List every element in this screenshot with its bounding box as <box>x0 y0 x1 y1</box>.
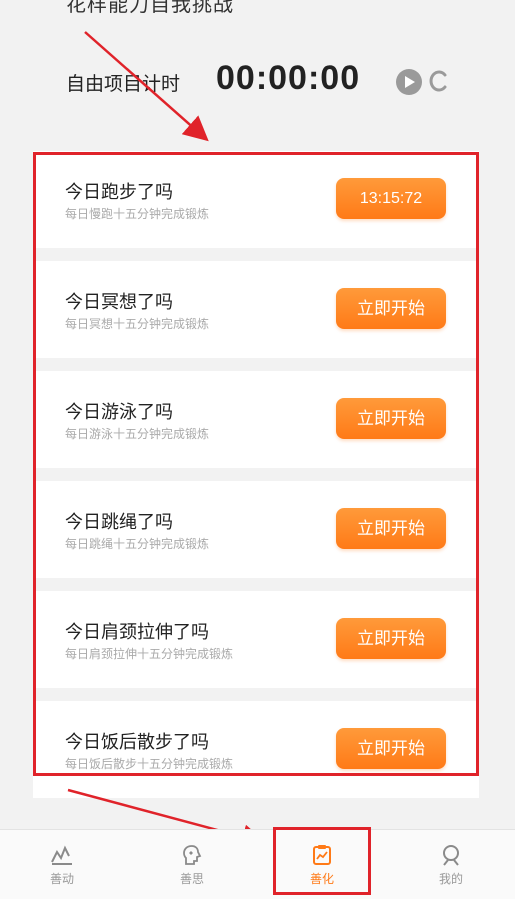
activity-subtitle: 每日肩颈拉伸十五分钟完成锻炼 <box>65 647 234 661</box>
activity-card-running: 今日跑步了吗 每日慢跑十五分钟完成锻炼 13:15:72 <box>33 151 479 248</box>
start-swimming-button[interactable]: 立即开始 <box>336 398 446 439</box>
activity-subtitle: 每日慢跑十五分钟完成锻炼 <box>65 207 210 221</box>
activity-title: 今日跑步了吗 <box>65 182 173 203</box>
start-walk-button[interactable]: 立即开始 <box>336 728 446 769</box>
activity-title: 今日游泳了吗 <box>65 402 173 423</box>
bottom-tab-bar: 善动 善思 善化 我的 <box>0 829 515 899</box>
clipboard-chart-icon <box>313 845 331 865</box>
activity-subtitle: 每日饭后散步十五分钟完成锻炼 <box>65 757 234 771</box>
user-icon <box>443 845 459 866</box>
tab-label: 善思 <box>179 872 204 886</box>
start-neck-stretch-button[interactable]: 立即开始 <box>336 618 446 659</box>
tab-label: 我的 <box>438 872 463 886</box>
activity-card-meditation: 今日冥想了吗 每日冥想十五分钟完成锻炼 立即开始 <box>33 261 479 358</box>
reset-icon[interactable] <box>428 68 450 94</box>
activity-subtitle: 每日游泳十五分钟完成锻炼 <box>65 427 210 441</box>
start-meditation-button[interactable]: 立即开始 <box>336 288 446 329</box>
tab-label: 善动 <box>49 872 74 886</box>
activity-title: 今日冥想了吗 <box>65 292 173 313</box>
brain-icon <box>183 845 202 865</box>
activity-title: 今日饭后散步了吗 <box>65 732 209 753</box>
activity-card-neck-stretch: 今日肩颈拉伸了吗 每日肩颈拉伸十五分钟完成锻炼 立即开始 <box>33 591 479 688</box>
start-jump-rope-button[interactable]: 立即开始 <box>336 508 446 549</box>
running-timer-button[interactable]: 13:15:72 <box>336 178 446 219</box>
activity-card-after-meal-walk: 今日饭后散步了吗 每日饭后散步十五分钟完成锻炼 立即开始 <box>33 701 479 798</box>
tab-activity[interactable]: 善动 <box>14 830 110 899</box>
activity-card-swimming: 今日游泳了吗 每日游泳十五分钟完成锻炼 立即开始 <box>33 371 479 468</box>
header-cut-off-text: 花样能力自我挑战 <box>66 0 234 16</box>
activity-list: 今日跑步了吗 每日慢跑十五分钟完成锻炼 13:15:72 今日冥想了吗 每日冥想… <box>33 151 479 801</box>
timer-value: 00:00:00 <box>216 59 361 97</box>
tab-label: 善化 <box>309 872 334 886</box>
tab-profile[interactable]: 我的 <box>403 830 499 899</box>
play-icon[interactable] <box>396 69 422 95</box>
timer-label: 自由项目计时 <box>66 73 181 95</box>
activity-card-jump-rope: 今日跳绳了吗 每日跳绳十五分钟完成锻炼 立即开始 <box>33 481 479 578</box>
free-timer-row: 自由项目计时 00:00:00 <box>0 55 515 111</box>
tab-think[interactable]: 善思 <box>144 830 240 899</box>
tab-transform[interactable]: 善化 <box>274 830 370 899</box>
activity-title: 今日跳绳了吗 <box>65 512 173 533</box>
activity-subtitle: 每日跳绳十五分钟完成锻炼 <box>65 537 210 551</box>
activity-subtitle: 每日冥想十五分钟完成锻炼 <box>65 317 210 331</box>
activity-icon <box>51 845 72 865</box>
activity-title: 今日肩颈拉伸了吗 <box>65 622 209 643</box>
